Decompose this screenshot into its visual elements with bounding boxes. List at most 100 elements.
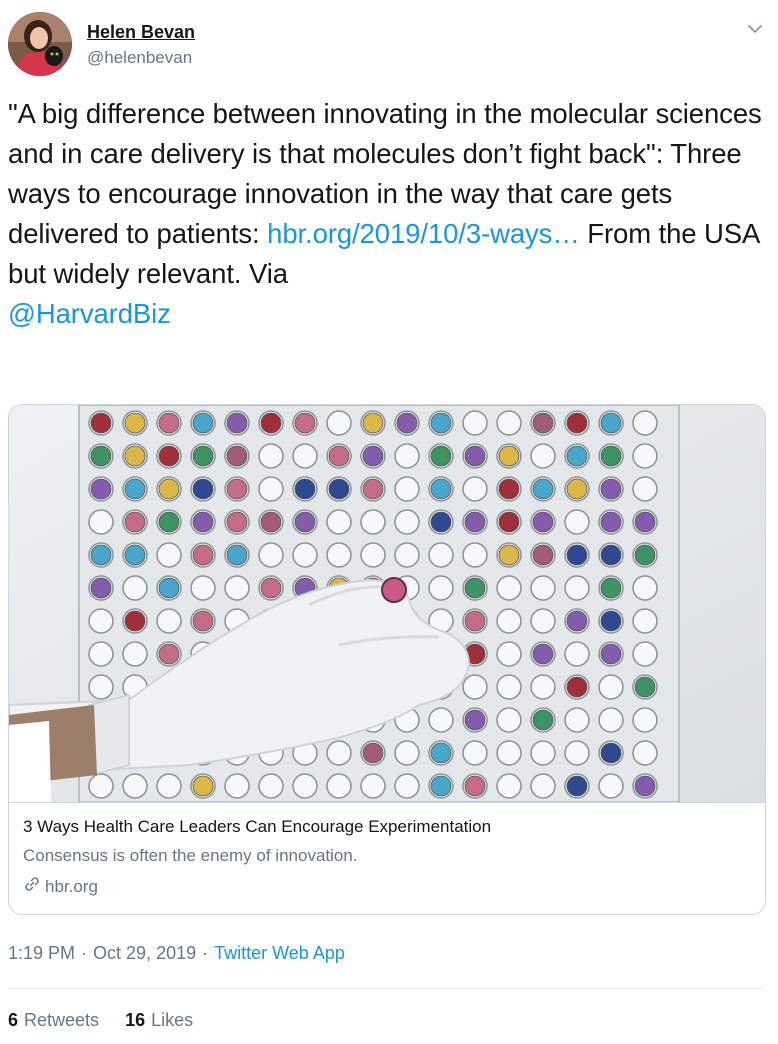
likes-count: 16 xyxy=(125,1010,146,1030)
well xyxy=(428,542,454,568)
well xyxy=(326,410,352,436)
well xyxy=(88,608,114,634)
well xyxy=(462,542,488,568)
tube-cap xyxy=(600,610,622,632)
well xyxy=(496,608,522,634)
card-description: Consensus is often the enemy of innovati… xyxy=(23,846,358,865)
tube-cap xyxy=(532,544,554,566)
well xyxy=(564,707,590,733)
retweets-stat[interactable]: 6 Retweets xyxy=(8,1010,99,1031)
tube-cap xyxy=(260,577,282,599)
tube-cap xyxy=(464,775,486,797)
tube-cap xyxy=(90,478,112,500)
tube-cap xyxy=(192,511,214,533)
well xyxy=(564,740,590,766)
tweet-source[interactable]: Twitter Web App xyxy=(214,943,345,964)
tube-cap xyxy=(362,742,384,764)
tube-cap xyxy=(634,676,656,698)
meta-separator: · xyxy=(81,943,88,963)
tube-cap xyxy=(464,577,486,599)
well xyxy=(496,410,522,436)
tube-cap xyxy=(600,577,622,599)
tube-cap xyxy=(532,709,554,731)
card-domain-text: hbr.org xyxy=(45,876,98,896)
well xyxy=(632,608,658,634)
well xyxy=(428,575,454,601)
well xyxy=(156,608,182,634)
well xyxy=(462,410,488,436)
well xyxy=(632,641,658,667)
tube-cap xyxy=(328,445,350,467)
tube-cap xyxy=(226,412,248,434)
well xyxy=(88,674,114,700)
well xyxy=(394,542,420,568)
tube-cap xyxy=(158,478,180,500)
tube-cap xyxy=(158,445,180,467)
well xyxy=(258,773,284,799)
well xyxy=(156,542,182,568)
tube-cap xyxy=(430,742,452,764)
well xyxy=(530,608,556,634)
tube-cap xyxy=(532,412,554,434)
tube-cap xyxy=(600,643,622,665)
tube-cap xyxy=(634,511,656,533)
tube-cap xyxy=(158,511,180,533)
retweets-label: Retweets xyxy=(24,1010,100,1030)
tube-cap xyxy=(294,511,316,533)
well xyxy=(632,707,658,733)
well xyxy=(292,443,318,469)
well xyxy=(496,674,522,700)
well xyxy=(292,773,318,799)
tube-cap xyxy=(600,742,622,764)
tube-cap xyxy=(566,445,588,467)
chevron-down-icon[interactable] xyxy=(744,18,766,40)
well xyxy=(598,707,624,733)
tube-cap xyxy=(600,445,622,467)
tube-cap xyxy=(430,511,452,533)
card-domain: hbr.org xyxy=(23,875,98,898)
well xyxy=(394,476,420,502)
well xyxy=(496,575,522,601)
well xyxy=(258,443,284,469)
tube-cap xyxy=(566,610,588,632)
tube-cap xyxy=(192,478,214,500)
tube-cap xyxy=(498,511,520,533)
well xyxy=(326,509,352,535)
avatar[interactable] xyxy=(8,12,72,76)
tweet-date[interactable]: Oct 29, 2019 xyxy=(93,943,196,964)
well xyxy=(394,443,420,469)
tube-cap xyxy=(124,412,146,434)
well xyxy=(564,575,590,601)
well xyxy=(530,443,556,469)
well xyxy=(632,443,658,469)
tube-cap xyxy=(532,478,554,500)
tube-cap xyxy=(90,445,112,467)
tube-cap xyxy=(124,511,146,533)
tweet-time[interactable]: 1:19 PM xyxy=(8,943,75,964)
mention-link[interactable]: @HarvardBiz xyxy=(8,298,171,329)
tube-cap xyxy=(260,412,282,434)
tube-cap xyxy=(90,577,112,599)
author-handle[interactable]: @helenbevan xyxy=(87,48,192,68)
link-card[interactable]: 3 Ways Health Care Leaders Can Encourage… xyxy=(8,404,766,915)
well xyxy=(462,740,488,766)
likes-label: Likes xyxy=(151,1010,194,1030)
tube-cap xyxy=(464,709,486,731)
author-name[interactable]: Helen Bevan xyxy=(87,22,195,43)
tube-cap xyxy=(498,478,520,500)
tube-cap xyxy=(192,412,214,434)
likes-stat[interactable]: 16 Likes xyxy=(125,1010,193,1031)
tweet-link[interactable]: hbr.org/2019/10/3-ways… xyxy=(267,218,580,249)
well xyxy=(122,575,148,601)
tube-cap xyxy=(294,478,316,500)
tube-cap xyxy=(124,478,146,500)
tube-cap xyxy=(124,544,146,566)
well xyxy=(360,509,386,535)
well xyxy=(496,740,522,766)
tube-cap xyxy=(464,610,486,632)
tube-cap xyxy=(566,775,588,797)
tube-cap xyxy=(566,544,588,566)
tube-cap xyxy=(566,412,588,434)
tweet-stats: 6 Retweets 16 Likes xyxy=(8,1010,193,1031)
well xyxy=(224,575,250,601)
